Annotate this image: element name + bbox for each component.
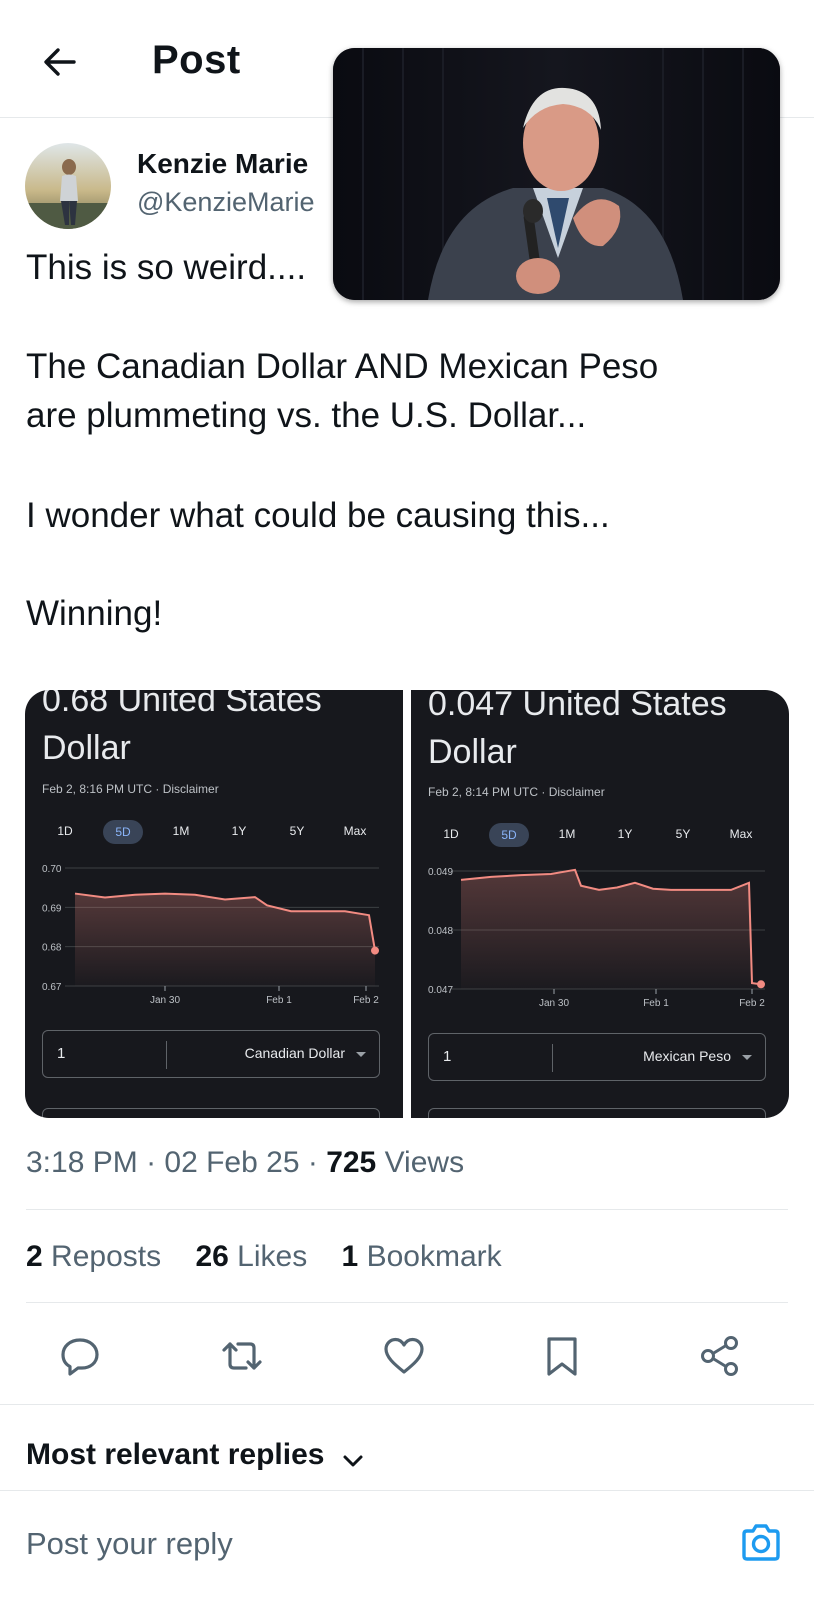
bookmark-icon[interactable] bbox=[540, 1334, 584, 1378]
dropdown-caret-icon bbox=[742, 1055, 752, 1060]
range-max: Max bbox=[729, 827, 753, 841]
range-1m: 1M bbox=[558, 827, 576, 841]
chart-date: Feb 2, 8:16 PM UTC · Disclaimer bbox=[42, 782, 219, 796]
likes-stat[interactable]: 26 Likes bbox=[195, 1240, 307, 1274]
reply-icon[interactable] bbox=[58, 1334, 102, 1378]
y-tick-label: 0.67 bbox=[42, 982, 62, 993]
exchange-rate-chart-mxn: 0.049 0.048 0.047 Jan 30 Feb 1 Feb 2 bbox=[428, 867, 765, 1009]
reposts-label: Reposts bbox=[51, 1240, 162, 1273]
converter-separator bbox=[166, 1041, 167, 1069]
video-frame bbox=[333, 48, 780, 300]
converter-target-box bbox=[428, 1108, 766, 1118]
avatar[interactable] bbox=[25, 143, 111, 229]
chart-title-line: 0.047 United States bbox=[428, 690, 727, 723]
page-title: Post bbox=[152, 38, 241, 82]
chart-title-line: Dollar bbox=[42, 729, 131, 767]
x-tick-label: Feb 1 bbox=[266, 995, 292, 1006]
divider bbox=[0, 1404, 814, 1405]
reply-input[interactable]: Post your reply bbox=[26, 1526, 233, 1562]
post-time: 3:18 PM bbox=[26, 1146, 138, 1179]
post-text-line: Winning! bbox=[26, 594, 163, 633]
y-tick-label: 0.048 bbox=[428, 926, 453, 937]
y-tick-label: 0.70 bbox=[42, 864, 62, 875]
range-1d: 1D bbox=[443, 827, 459, 841]
post-meta: 3:18 PM · 02 Feb 25 · 725 Views bbox=[26, 1146, 465, 1179]
bookmarks-stat[interactable]: 1 Bookmark bbox=[342, 1240, 502, 1274]
converter-separator bbox=[552, 1044, 553, 1072]
post-stats: 2 Reposts 26 Likes 1 Bookmark bbox=[26, 1240, 528, 1274]
post-text-line: are plummeting vs. the U.S. Dollar... bbox=[26, 396, 587, 435]
x-tick-label: Feb 2 bbox=[353, 995, 379, 1006]
range-1y: 1Y bbox=[231, 824, 247, 838]
x-tick-label: Feb 2 bbox=[739, 998, 765, 1009]
converter-target-box bbox=[42, 1108, 380, 1118]
range-5y: 5Y bbox=[289, 824, 305, 838]
likes-label: Likes bbox=[237, 1240, 308, 1273]
y-tick-label: 0.68 bbox=[42, 943, 62, 954]
converter-currency: Canadian Dollar bbox=[244, 1045, 345, 1061]
converter-amount: 1 bbox=[443, 1048, 452, 1065]
y-tick-label: 0.69 bbox=[42, 903, 62, 914]
converter-currency: Mexican Peso bbox=[643, 1048, 731, 1064]
chart-title-line: 0.68 United States bbox=[42, 690, 322, 719]
range-5d: 5D bbox=[103, 820, 143, 844]
x-tick-label: Jan 30 bbox=[539, 998, 569, 1009]
divider bbox=[26, 1302, 788, 1303]
range-5y: 5Y bbox=[675, 827, 691, 841]
views-label: Views bbox=[384, 1146, 465, 1179]
y-tick-label: 0.047 bbox=[428, 985, 453, 996]
post-text-line: I wonder what could be causing this... bbox=[26, 496, 610, 535]
chevron-down-icon[interactable] bbox=[340, 1448, 366, 1474]
dropdown-caret-icon bbox=[356, 1052, 366, 1057]
y-tick-label: 0.049 bbox=[428, 867, 453, 878]
pip-video-player[interactable] bbox=[333, 48, 780, 300]
range-1y: 1Y bbox=[617, 827, 633, 841]
x-tick-label: Feb 1 bbox=[643, 998, 669, 1009]
camera-icon[interactable] bbox=[738, 1520, 784, 1566]
amount-converter-mxn: 1 Mexican Peso bbox=[428, 1033, 766, 1081]
chart-date: Feb 2, 8:14 PM UTC · Disclaimer bbox=[428, 785, 605, 799]
likes-count: 26 bbox=[195, 1240, 229, 1273]
chart-image-cad[interactable]: 0.68 United States Dollar Feb 2, 8:16 PM… bbox=[25, 690, 403, 1118]
views-count: 725 bbox=[326, 1146, 377, 1179]
post-text-line: This is so weird.... bbox=[26, 248, 307, 287]
chart-image-mxn[interactable]: 0.047 United States Dollar Feb 2, 8:14 P… bbox=[411, 690, 789, 1118]
chart-endpoint bbox=[757, 980, 765, 989]
reposts-count: 2 bbox=[26, 1240, 43, 1273]
bookmarks-count: 1 bbox=[341, 1240, 359, 1273]
chart-endpoint bbox=[371, 946, 379, 955]
replies-sort-label[interactable]: Most relevant replies bbox=[26, 1438, 324, 1472]
range-max: Max bbox=[343, 824, 367, 838]
range-1m: 1M bbox=[172, 824, 190, 838]
exchange-rate-chart-cad: 0.70 0.69 0.68 0.67 Jan 30 Feb 1 Feb 2 bbox=[42, 864, 379, 1006]
repost-icon[interactable] bbox=[220, 1334, 264, 1378]
share-icon[interactable] bbox=[698, 1334, 742, 1378]
bookmarks-label: Bookmark bbox=[366, 1240, 502, 1273]
back-arrow-icon[interactable] bbox=[38, 40, 82, 84]
chart-title-line: Dollar bbox=[428, 733, 517, 771]
range-1d: 1D bbox=[57, 824, 73, 838]
reposts-stat[interactable]: 2 Reposts bbox=[26, 1240, 161, 1274]
like-heart-icon[interactable] bbox=[382, 1334, 426, 1378]
author-handle[interactable]: @KenzieMarie bbox=[137, 187, 314, 218]
author-name[interactable]: Kenzie Marie bbox=[137, 148, 308, 180]
amount-converter-cad: 1 Canadian Dollar bbox=[42, 1030, 380, 1078]
divider bbox=[26, 1209, 788, 1210]
divider bbox=[0, 1490, 814, 1491]
range-5d: 5D bbox=[489, 823, 529, 847]
post-date: 02 Feb 25 bbox=[164, 1146, 300, 1179]
converter-amount: 1 bbox=[57, 1045, 66, 1062]
post-text-line: The Canadian Dollar AND Mexican Peso bbox=[26, 347, 659, 386]
post-media[interactable]: 0.68 United States Dollar Feb 2, 8:16 PM… bbox=[25, 690, 789, 1118]
x-tick-label: Jan 30 bbox=[150, 995, 180, 1006]
